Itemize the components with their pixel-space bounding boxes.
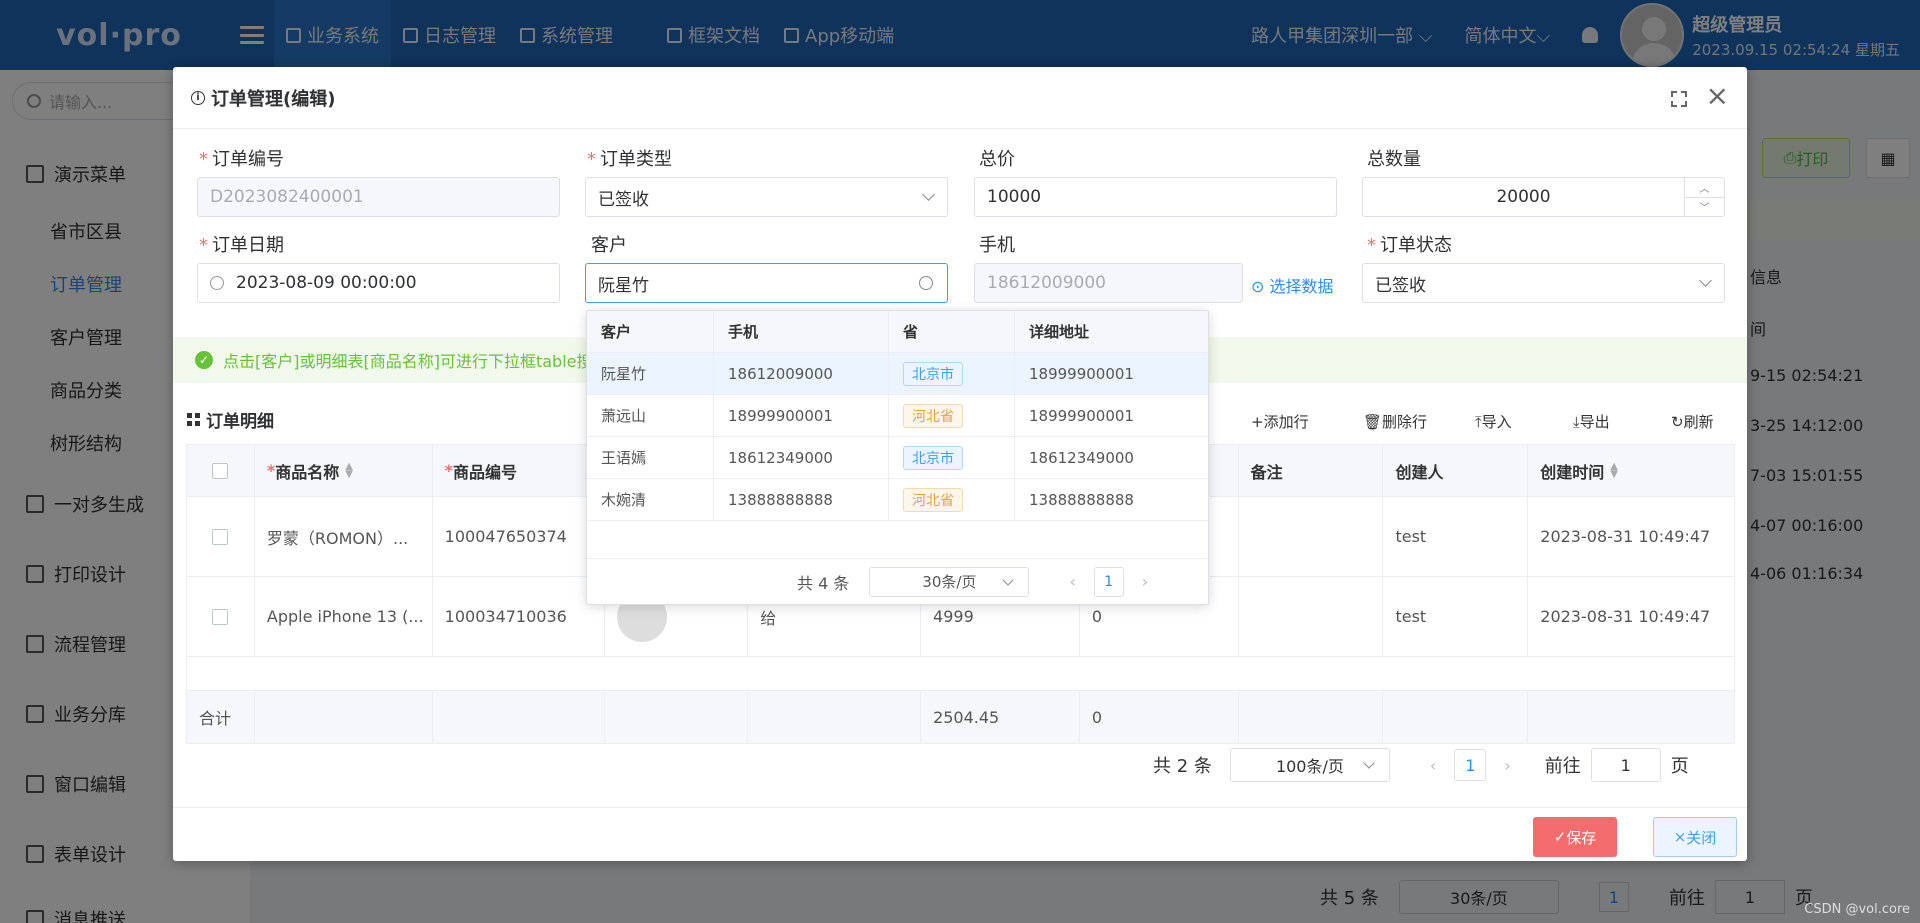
phone-input[interactable]: 18612009000 — [974, 263, 1243, 303]
order-no-input[interactable]: D2023082400001 — [197, 177, 560, 217]
total-price-input[interactable]: 10000 — [974, 177, 1337, 217]
detail-pager: 共 2 条 100条/页 ‹ 1 › 前往 1 页 — [1153, 748, 1689, 782]
province-tag: 河北省 — [903, 403, 963, 428]
summary-row: 合计 2504.45 0 — [187, 691, 1735, 743]
clock-icon — [210, 276, 224, 290]
increment-icon[interactable]: ︿ — [1685, 178, 1724, 198]
chevron-down-icon — [1363, 757, 1375, 769]
select-data-link[interactable]: ⊙ 选择数据 — [1251, 273, 1334, 297]
close-button[interactable]: × 关闭 — [1653, 817, 1737, 857]
customer-option[interactable]: 阮星竹 18612009000 北京市 18999900001 — [587, 353, 1208, 395]
search-icon: ⊙ — [1251, 277, 1270, 296]
add-row-button[interactable]: +添加行 — [1251, 411, 1309, 432]
row-checkbox[interactable] — [212, 608, 229, 625]
export-button[interactable]: ⤓导出 — [1573, 411, 1610, 432]
info-icon: i — [191, 90, 205, 105]
save-button[interactable]: ✓ 保存 — [1533, 817, 1617, 857]
popup-pager: 共 4 条 30条/页 ‹ 1 › — [587, 558, 1208, 604]
prev-page-icon[interactable]: ‹ — [1069, 572, 1075, 591]
refresh-button[interactable]: ↻刷新 — [1671, 411, 1714, 432]
search-icon — [919, 276, 933, 290]
grid-icon — [187, 413, 200, 426]
import-button[interactable]: ⤒导入 — [1475, 411, 1512, 432]
customer-option[interactable]: 王语嫣 18612349000 北京市 18612349000 — [587, 437, 1208, 479]
trash-icon: 🗑 — [1363, 413, 1383, 431]
page-size-select[interactable]: 30条/页 — [869, 566, 1030, 597]
total-qty-stepper[interactable]: 20000 ︿ ﹀ — [1362, 177, 1725, 217]
customer-option[interactable]: 萧远山 18999900001 河北省 18999900001 — [587, 395, 1208, 437]
dialog-title: 订单管理(编辑) — [211, 88, 336, 110]
sort-icon: ▲ ▼ — [1610, 460, 1618, 480]
check-circle-icon: ✓ — [195, 351, 213, 369]
customer-dropdown-table: 客户 手机 省 详细地址 阮星竹 18612009000 北京市 1899990… — [586, 310, 1209, 605]
goto-page-input[interactable]: 1 — [1590, 748, 1661, 782]
next-page-icon[interactable]: › — [1142, 572, 1148, 591]
province-tag: 北京市 — [903, 445, 963, 470]
sort-icon: ▲ ▼ — [345, 460, 353, 480]
close-icon[interactable]: × — [1706, 81, 1729, 111]
page-number[interactable]: 1 — [1093, 566, 1124, 597]
province-tag: 北京市 — [903, 361, 963, 386]
customer-option[interactable]: 木婉清 13888888888 河北省 13888888888 — [587, 479, 1208, 521]
row-checkbox[interactable] — [212, 528, 229, 545]
order-status-select[interactable]: 已签收 — [1362, 263, 1725, 303]
page-size-select[interactable]: 100条/页 — [1229, 748, 1390, 782]
delete-row-button[interactable]: 🗑删除行 — [1363, 411, 1427, 432]
page-number[interactable]: 1 — [1454, 749, 1487, 781]
order-type-select[interactable]: 已签收 — [585, 177, 948, 217]
next-page-icon[interactable]: › — [1504, 756, 1510, 775]
chevron-down-icon — [1002, 573, 1015, 586]
order-date-picker[interactable]: 2023-08-09 00:00:00 — [197, 263, 560, 303]
chevron-down-icon — [1699, 274, 1712, 287]
chevron-down-icon — [922, 188, 935, 201]
detail-title: 订单明细 — [187, 407, 274, 432]
prev-page-icon[interactable]: ‹ — [1430, 756, 1436, 775]
watermark: CSDN @vol.core — [1804, 902, 1910, 917]
province-tag: 河北省 — [903, 487, 963, 512]
maximize-icon[interactable] — [1671, 91, 1687, 107]
customer-search-input[interactable]: 阮星竹 — [585, 263, 948, 303]
select-all-checkbox[interactable] — [212, 462, 229, 479]
decrement-icon[interactable]: ﹀ — [1685, 198, 1724, 217]
